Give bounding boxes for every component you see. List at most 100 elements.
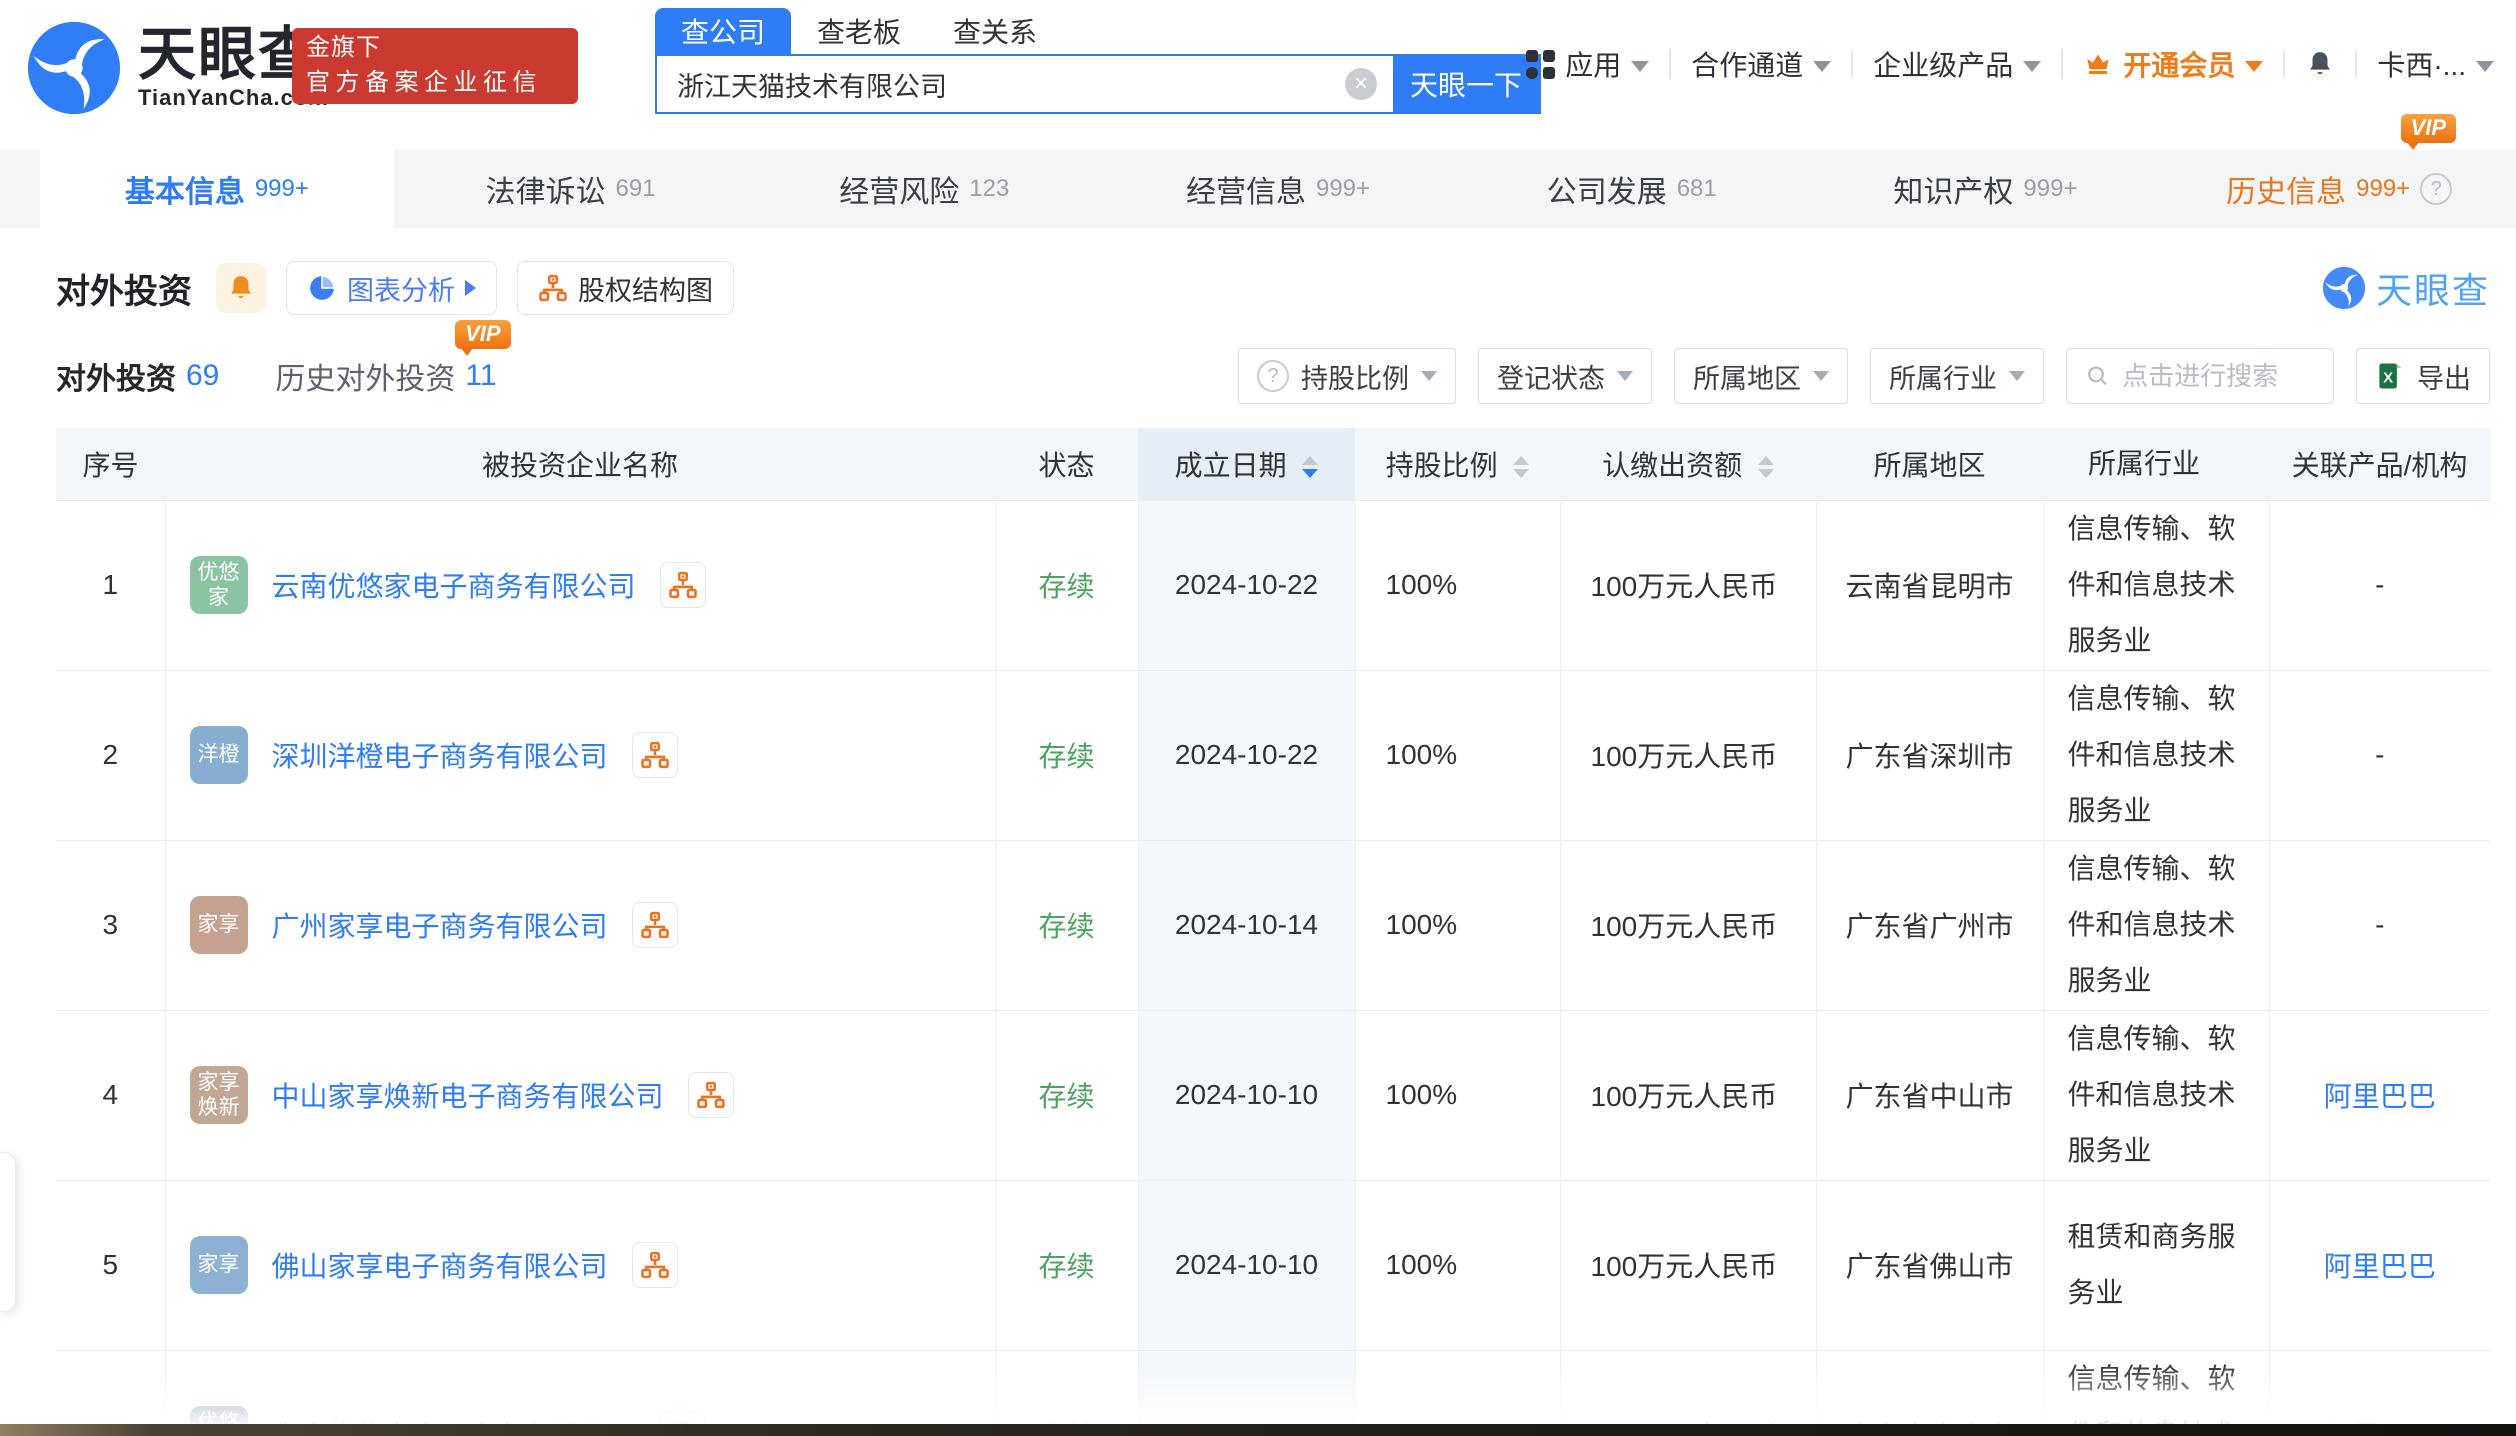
related-value: -: [2375, 909, 2384, 940]
help-icon[interactable]: ?: [2420, 173, 2452, 205]
industry-value: 信息传输、软件和信息技术服务业: [2068, 513, 2236, 656]
equity-structure-mini-button[interactable]: [632, 902, 678, 948]
region-value: 广东省深圳市: [1845, 741, 2013, 772]
filter-industry[interactable]: 所属行业: [1870, 348, 2044, 404]
side-float-widget[interactable]: [0, 1152, 16, 1312]
sort-icons[interactable]: [1513, 456, 1529, 478]
search-tab-relation[interactable]: 查关系: [927, 8, 1063, 54]
crown-icon: [2083, 49, 2113, 79]
pie-chart-icon: [307, 273, 337, 303]
company-link[interactable]: 深圳洋橙电子商务有限公司: [272, 735, 608, 775]
search-area: 查公司 查老板 查关系 × 天眼一下: [655, 8, 1541, 114]
org-chart-icon: [696, 1080, 726, 1110]
industry-value: 信息传输、软件和信息技术服务业: [2068, 853, 2236, 996]
table-header-row: 序号 被投资企业名称 状态 成立日期 持股比例 认缴出资额 所属地区 所属行业 …: [56, 428, 2490, 500]
notification-bell[interactable]: [2305, 49, 2335, 79]
search-icon: [2085, 361, 2110, 391]
amount-value: 100万元人民币: [1591, 911, 1778, 942]
org-chart-icon: [668, 570, 698, 600]
chevron-down-icon: [1813, 371, 1829, 381]
tab-intellectual-property[interactable]: 知识产权999+: [1809, 150, 2163, 228]
export-button[interactable]: 导出: [2356, 348, 2490, 404]
company-link[interactable]: 广州家享电子商务有限公司: [272, 905, 608, 945]
chevron-down-icon: [1813, 61, 1831, 72]
ratio-value: 100%: [1386, 1079, 1458, 1110]
established-date: 2024-10-22: [1175, 569, 1318, 600]
help-icon: ?: [1257, 360, 1289, 392]
tab-operation-info[interactable]: 经营信息999+: [1101, 150, 1455, 228]
menu-partner-channel[interactable]: 合作通道: [1691, 44, 1831, 84]
col-shareholding-ratio[interactable]: 持股比例: [1355, 428, 1560, 500]
clear-input-icon[interactable]: ×: [1345, 68, 1377, 100]
region-value: 广东省广州市: [1845, 911, 2013, 942]
logo-swirl-icon: [26, 20, 122, 116]
company-link[interactable]: 佛山家享电子商务有限公司: [272, 1245, 608, 1285]
col-industry: 所属行业: [2043, 428, 2269, 500]
subtab-history-investment[interactable]: VIP 历史对外投资 11: [275, 354, 496, 398]
search-tab-boss[interactable]: 查老板: [791, 8, 927, 54]
region-value: 广东省佛山市: [1845, 1251, 2013, 1282]
sort-icons[interactable]: [1302, 456, 1318, 478]
related-value[interactable]: 阿里巴巴: [2324, 1251, 2436, 1282]
company-avatar: 优悠家: [190, 556, 248, 614]
gov-credit-badge: 国家中小企业发展子基金旗下 官方备案企业征信机构: [292, 28, 578, 104]
chevron-down-icon: [1631, 61, 1649, 72]
company-avatar: 洋橙: [190, 726, 248, 784]
industry-value: 租赁和商务服务业: [2068, 1221, 2236, 1308]
subtab-outbound-investment[interactable]: 对外投资 69: [56, 354, 219, 398]
bell-icon: [2305, 49, 2335, 79]
tab-basic-info[interactable]: 基本信息999+: [40, 150, 394, 228]
user-account[interactable]: 卡西·...: [2377, 44, 2494, 84]
company-link[interactable]: 云南优悠家电子商务有限公司: [272, 565, 636, 605]
search-box: × 天眼一下: [655, 54, 1541, 114]
menu-enterprise-products[interactable]: 企业级产品: [1873, 44, 2041, 84]
filter-shareholding-ratio[interactable]: ? 持股比例: [1238, 348, 1456, 404]
col-established-date[interactable]: 成立日期: [1138, 428, 1355, 500]
tab-operation-risk[interactable]: 经营风险123: [747, 150, 1101, 228]
ratio-value: 100%: [1386, 569, 1458, 600]
company-link[interactable]: 中山家享焕新电子商务有限公司: [272, 1075, 664, 1115]
table-search-box[interactable]: [2066, 348, 2334, 404]
arrow-right-icon: [465, 280, 476, 296]
investment-table: 序号 被投资企业名称 状态 成立日期 持股比例 认缴出资额 所属地区 所属行业 …: [56, 428, 2490, 1436]
search-button[interactable]: 天眼一下: [1393, 56, 1539, 112]
tianyancha-logo[interactable]: 天眼查 TianYanCha.com: [26, 20, 329, 116]
monitor-bell-button[interactable]: [216, 263, 266, 313]
related-value[interactable]: 阿里巴巴: [2324, 1081, 2436, 1112]
equity-structure-mini-button[interactable]: [660, 562, 706, 608]
search-input[interactable]: [677, 69, 1345, 100]
equity-structure-mini-button[interactable]: [688, 1072, 734, 1118]
org-chart-icon: [538, 273, 568, 303]
equity-structure-mini-button[interactable]: [632, 1242, 678, 1288]
row-index: 1: [102, 569, 118, 600]
chart-analysis-button[interactable]: 图表分析: [286, 261, 497, 315]
menu-apps[interactable]: 应用: [1526, 44, 1649, 84]
filter-registration-status[interactable]: 登记状态: [1478, 348, 1652, 404]
table-row: 1 优悠家 云南优悠家电子商务有限公司 存续 2024-10-22 100% 1…: [56, 500, 2490, 670]
chevron-down-icon: [2009, 371, 2025, 381]
equity-structure-mini-button[interactable]: [632, 732, 678, 778]
filter-region[interactable]: 所属地区: [1674, 348, 1848, 404]
table-search-input[interactable]: [2122, 361, 2315, 392]
section-title: 对外投资: [56, 264, 192, 313]
sort-icons[interactable]: [1758, 456, 1774, 478]
search-tab-company[interactable]: 查公司: [655, 8, 791, 54]
col-subscribed-capital[interactable]: 认缴出资额: [1560, 428, 1816, 500]
established-date: 2024-10-10: [1175, 1249, 1318, 1280]
related-value: -: [2375, 569, 2384, 600]
tab-legal-litigation[interactable]: 法律诉讼691: [394, 150, 748, 228]
equity-structure-button[interactable]: 股权结构图: [517, 261, 734, 315]
col-status: 状态: [995, 428, 1138, 500]
chevron-down-icon: [1617, 371, 1633, 381]
established-date: 2024-10-22: [1175, 739, 1318, 770]
user-name: 卡西·...: [2377, 44, 2466, 84]
amount-value: 100万元人民币: [1591, 1081, 1778, 1112]
tab-company-development[interactable]: 公司发展681: [1455, 150, 1809, 228]
tab-history-info[interactable]: VIP 历史信息999+ ?: [2162, 150, 2516, 228]
menu-open-vip[interactable]: 开通会员: [2083, 44, 2263, 84]
region-value: 广东省中山市: [1845, 1081, 2013, 1112]
status-badge: 存续: [1038, 571, 1094, 602]
company-avatar: 家享: [190, 1236, 248, 1294]
region-value: 云南省昆明市: [1845, 571, 2013, 602]
col-company-name: 被投资企业名称: [165, 428, 995, 500]
